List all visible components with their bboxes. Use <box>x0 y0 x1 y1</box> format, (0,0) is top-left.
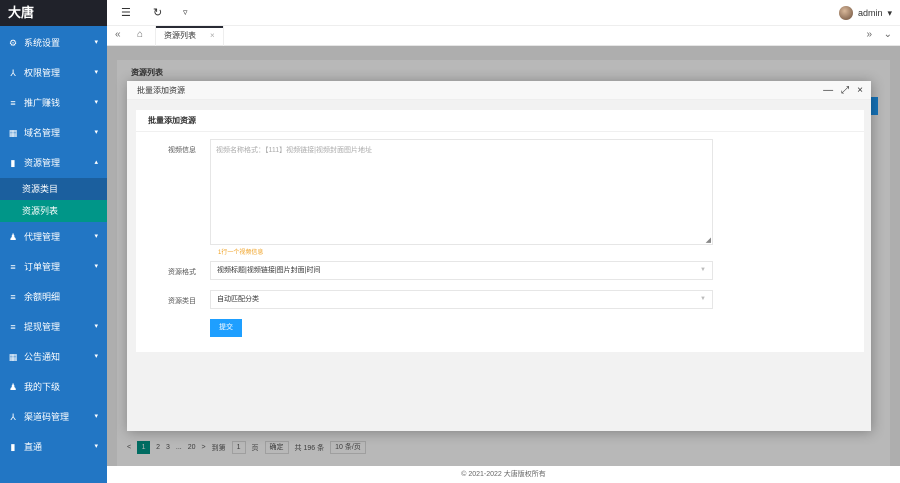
list-icon: ≡ <box>10 98 16 108</box>
sidebar-item-8[interactable]: ≡ 余额明细 <box>0 282 107 312</box>
close-icon[interactable]: × <box>857 81 863 100</box>
clear-cache-icon[interactable]: ▿ <box>183 7 188 18</box>
app-logo[interactable]: 大唐 <box>0 0 107 26</box>
users-icon: ⅄ <box>10 68 16 78</box>
maximize-icon[interactable]: ⤢ <box>841 81 849 100</box>
sidebar-item-11[interactable]: ♟ 我的下级 <box>0 372 107 402</box>
video-info-placeholder: 视频名称格式：【111】视频链接|视频封面图片地址 <box>216 147 372 154</box>
tabs-more-icon[interactable]: ⌄ <box>884 29 892 40</box>
home-icon[interactable]: ⌂ <box>137 29 143 40</box>
close-icon[interactable]: × <box>210 26 215 46</box>
chevron-down-icon[interactable]: ▼ <box>700 262 706 279</box>
video-info-textarea[interactable]: 视频名称格式：【111】视频链接|视频封面图片地址 ◢ <box>210 139 713 245</box>
resource-format-label: 资源格式 <box>168 269 196 276</box>
modal-header[interactable]: 批量添加资源 — ⤢ × <box>127 81 871 100</box>
username[interactable]: admin <box>858 8 883 18</box>
chevron-icon: ▴ <box>94 159 98 166</box>
list-icon: ≡ <box>10 322 16 332</box>
chevron-icon: ▾ <box>94 69 98 76</box>
sidebar-item-7[interactable]: ≡ 订单管理 ▾ <box>0 252 107 282</box>
refresh-icon[interactable]: ↻ <box>153 6 162 19</box>
footer: © 2021-2022 大唐版权所有 <box>107 466 900 483</box>
sidebar-item-3[interactable]: ≡ 推广赚钱 ▾ <box>0 88 107 118</box>
chevron-icon: ▾ <box>94 323 98 330</box>
chevron-down-icon[interactable]: ▾ <box>887 8 892 19</box>
tabs-prev-icon[interactable]: « <box>115 29 121 40</box>
resource-format-select[interactable]: 视频标题|视频链接|图片封面|时间 ▼ <box>210 261 713 280</box>
tab-resource-list[interactable]: 资源列表 × <box>155 26 224 46</box>
sidebar-item-label: 系统设置 <box>24 38 61 48</box>
menu-toggle-icon[interactable]: ☰ <box>121 6 131 19</box>
sidebar-subitem-1[interactable]: 资源类目 <box>0 178 107 200</box>
batch-add-modal: 批量添加资源 — ⤢ × 批量添加资源 视频信息 视频名称格式：【111】视频链… <box>127 81 871 431</box>
chevron-icon: ▾ <box>94 39 98 46</box>
sidebar-item-2[interactable]: ⅄ 权限管理 ▾ <box>0 58 107 88</box>
chevron-icon: ▾ <box>94 263 98 270</box>
sidebar-item-10[interactable]: ▦ 公告通知 ▾ <box>0 342 107 372</box>
sidebar-nav: ⚙ 系统设置 ▾ ⅄ 权限管理 ▾ ≡ 推广赚钱 ▾ ▦ 域名管理 ▾ ▮ 资源管理 ▴ 资源类目 资源列表 ♟ 代… <box>0 28 107 462</box>
chevron-icon: ▾ <box>94 129 98 136</box>
person-icon: ♟ <box>8 232 18 242</box>
form-title: 批量添加资源 <box>136 110 864 132</box>
sidebar-item-13[interactable]: ▮ 直通 ▾ <box>0 432 107 462</box>
sidebar-item-label: 订单管理 <box>24 262 61 272</box>
chevron-down-icon[interactable]: ▼ <box>700 291 706 308</box>
sidebar-item-label: 余额明细 <box>24 292 61 302</box>
sidebar-item-5[interactable]: ▮ 资源管理 ▴ <box>0 148 107 178</box>
resource-category-label: 资源类目 <box>168 298 196 305</box>
submit-button[interactable]: 提交 <box>210 319 242 337</box>
tabs-bar: « ⌂ 资源列表 × » ⌄ <box>107 26 900 46</box>
sidebar-subitem-2[interactable]: 资源列表 <box>0 200 107 222</box>
users-icon: ⅄ <box>10 412 16 422</box>
chevron-icon: ▾ <box>94 233 98 240</box>
sidebar-item-label: 提现管理 <box>24 322 61 332</box>
sidebar-item-label: 公告通知 <box>24 352 61 362</box>
chevron-icon: ▾ <box>94 99 98 106</box>
gear-icon: ⚙ <box>8 38 18 48</box>
top-header: ☰ ↻ ▿ admin ▾ <box>107 0 900 26</box>
sidebar-item-label: 推广赚钱 <box>24 98 61 108</box>
video-info-label: 视频信息 <box>168 147 196 154</box>
person-icon: ♟ <box>8 382 18 392</box>
tab-label[interactable]: 资源列表 <box>164 26 196 46</box>
sidebar-item-label: 资源管理 <box>24 158 61 168</box>
list-icon: ≡ <box>10 292 16 302</box>
sidebar-item-label: 渠道码管理 <box>24 412 70 422</box>
grid-icon: ▦ <box>8 128 18 138</box>
sidebar-item-label: 权限管理 <box>24 68 61 78</box>
form-card: 批量添加资源 视频信息 视频名称格式：【111】视频链接|视频封面图片地址 ◢ … <box>136 110 864 352</box>
minimize-icon[interactable]: — <box>823 81 833 100</box>
chevron-icon: ▾ <box>94 443 98 450</box>
sidebar-item-1[interactable]: ⚙ 系统设置 ▾ <box>0 28 107 58</box>
modal-tools: — ⤢ × <box>823 81 863 100</box>
tab-active-indicator <box>156 26 223 28</box>
apps-icon: ▦ <box>8 352 18 362</box>
tabs-next-icon[interactable]: » <box>866 29 872 40</box>
file-icon: ▮ <box>10 442 16 452</box>
resource-category-value: 自动匹配分类 <box>217 296 259 303</box>
list-icon: ≡ <box>10 262 16 272</box>
user-menu[interactable]: admin ▾ <box>838 6 892 20</box>
chevron-icon: ▾ <box>94 353 98 360</box>
sidebar-item-label: 我的下级 <box>24 382 61 392</box>
sidebar-item-9[interactable]: ≡ 提现管理 ▾ <box>0 312 107 342</box>
chevron-icon: ▾ <box>94 413 98 420</box>
resize-handle-icon[interactable]: ◢ <box>706 236 711 244</box>
sidebar: 大唐 ⚙ 系统设置 ▾ ⅄ 权限管理 ▾ ≡ 推广赚钱 ▾ ▦ 域名管理 ▾ ▮ 资源管理 ▴ 资源类目 资源列… <box>0 0 107 483</box>
sidebar-item-label: 直通 <box>24 442 43 452</box>
sidebar-item-label: 域名管理 <box>24 128 61 138</box>
sidebar-item-label: 代理管理 <box>24 232 61 242</box>
sidebar-item-4[interactable]: ▦ 域名管理 ▾ <box>0 118 107 148</box>
sidebar-item-12[interactable]: ⅄ 渠道码管理 ▾ <box>0 402 107 432</box>
file-icon: ▮ <box>10 158 16 168</box>
avatar[interactable] <box>838 6 853 20</box>
resource-category-select[interactable]: 自动匹配分类 ▼ <box>210 290 713 309</box>
resource-format-value: 视频标题|视频链接|图片封面|时间 <box>217 267 321 274</box>
video-info-hint: 1行一个视频信息 <box>218 250 264 256</box>
sidebar-item-6[interactable]: ♟ 代理管理 ▾ <box>0 222 107 252</box>
modal-title: 批量添加资源 <box>137 86 185 95</box>
